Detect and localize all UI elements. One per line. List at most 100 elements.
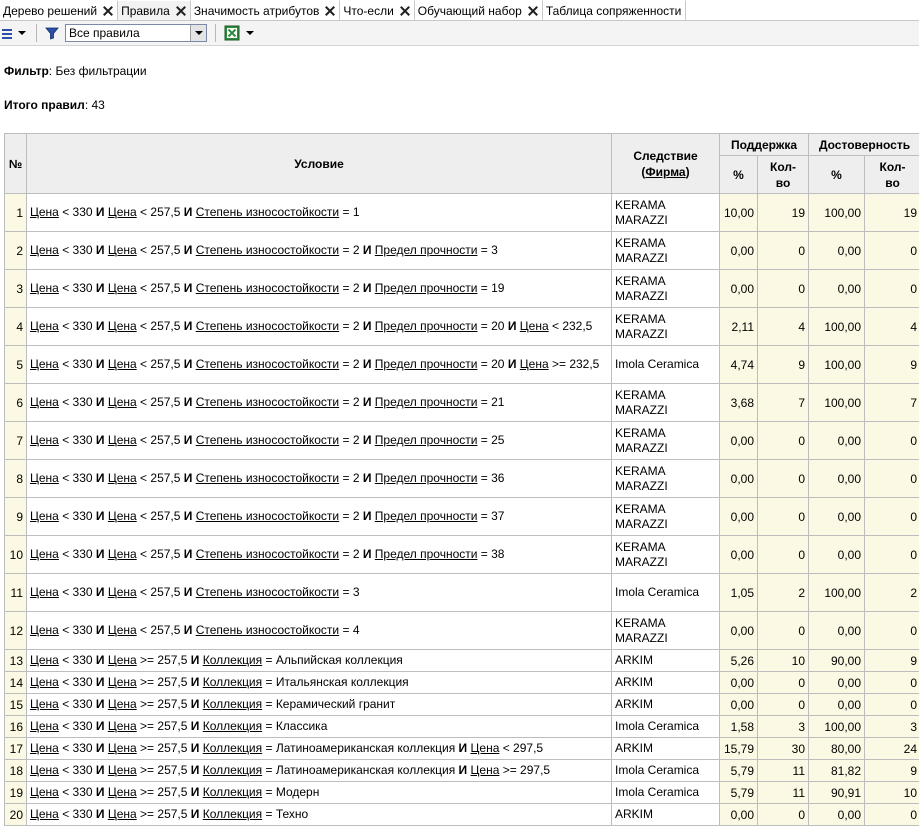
attribute-link[interactable]: Цена bbox=[30, 471, 59, 485]
attribute-link[interactable]: Цена bbox=[30, 395, 59, 409]
header-support[interactable]: Поддержка bbox=[720, 134, 809, 156]
attribute-link[interactable]: Цена bbox=[108, 675, 137, 689]
attribute-link[interactable]: Цена bbox=[108, 653, 137, 667]
attribute-link[interactable]: Степень износостойкости bbox=[196, 319, 339, 333]
attribute-link[interactable]: Цена bbox=[108, 243, 137, 257]
attribute-link[interactable]: Цена bbox=[30, 807, 59, 821]
table-row[interactable]: 13Цена < 330 И Цена >= 257,5 И Коллекция… bbox=[5, 650, 919, 672]
attribute-link[interactable]: Степень износостойкости bbox=[196, 281, 339, 295]
attribute-link[interactable]: Цена bbox=[520, 357, 549, 371]
attribute-link[interactable]: Предел прочности bbox=[375, 471, 478, 485]
table-row[interactable]: 20Цена < 330 И Цена >= 257,5 И Коллекция… bbox=[5, 804, 919, 826]
attribute-link[interactable]: Цена bbox=[30, 697, 59, 711]
attribute-link[interactable]: Предел прочности bbox=[375, 395, 478, 409]
attribute-link[interactable]: Коллекция bbox=[203, 653, 262, 667]
attribute-link[interactable]: Предел прочности bbox=[375, 243, 478, 257]
attribute-link[interactable]: Цена bbox=[30, 585, 59, 599]
attribute-link[interactable]: Степень износостойкости bbox=[196, 433, 339, 447]
tab-rules[interactable]: Правила bbox=[118, 0, 191, 20]
attribute-link[interactable]: Цена bbox=[108, 785, 137, 799]
attribute-link[interactable]: Предел прочности bbox=[375, 433, 478, 447]
attribute-link[interactable]: Цена bbox=[108, 585, 137, 599]
tab-training-set[interactable]: Обучающий набор bbox=[415, 0, 543, 20]
header-consequence-attribute[interactable]: Фирма bbox=[645, 165, 685, 179]
attribute-link[interactable]: Цена bbox=[108, 807, 137, 821]
table-row[interactable]: 6Цена < 330 И Цена < 257,5 И Степень изн… bbox=[5, 384, 919, 422]
tab-what-if[interactable]: Что-если bbox=[340, 0, 414, 20]
table-row[interactable]: 12Цена < 330 И Цена < 257,5 И Степень из… bbox=[5, 612, 919, 650]
header-support-percent[interactable]: % bbox=[720, 156, 758, 194]
close-icon[interactable] bbox=[325, 6, 335, 16]
attribute-link[interactable]: Цена bbox=[30, 785, 59, 799]
attribute-link[interactable]: Цена bbox=[30, 509, 59, 523]
table-row[interactable]: 3Цена < 330 И Цена < 257,5 И Степень изн… bbox=[5, 270, 919, 308]
attribute-link[interactable]: Цена bbox=[30, 547, 59, 561]
header-consequence[interactable]: Следствие (Фирма) bbox=[612, 134, 720, 194]
header-confidence-count[interactable]: Кол-во bbox=[865, 156, 919, 194]
header-number[interactable]: № bbox=[5, 134, 27, 194]
attribute-link[interactable]: Коллекция bbox=[203, 697, 262, 711]
attribute-link[interactable]: Предел прочности bbox=[375, 319, 478, 333]
attribute-link[interactable]: Степень износостойкости bbox=[196, 547, 339, 561]
chevron-down-icon[interactable] bbox=[246, 31, 254, 35]
table-row[interactable]: 2Цена < 330 И Цена < 257,5 И Степень изн… bbox=[5, 232, 919, 270]
close-icon[interactable] bbox=[176, 6, 186, 16]
header-support-count[interactable]: Кол-во bbox=[758, 156, 809, 194]
table-row[interactable]: 19Цена < 330 И Цена >= 257,5 И Коллекция… bbox=[5, 782, 919, 804]
close-icon[interactable] bbox=[528, 6, 538, 16]
attribute-link[interactable]: Коллекция bbox=[203, 675, 262, 689]
table-row[interactable]: 1Цена < 330 И Цена < 257,5 И Степень изн… bbox=[5, 194, 919, 232]
table-row[interactable]: 8Цена < 330 И Цена < 257,5 И Степень изн… bbox=[5, 460, 919, 498]
table-row[interactable]: 4Цена < 330 И Цена < 257,5 И Степень изн… bbox=[5, 308, 919, 346]
attribute-link[interactable]: Цена bbox=[520, 319, 549, 333]
attribute-link[interactable]: Цена bbox=[108, 357, 137, 371]
attribute-link[interactable]: Цена bbox=[108, 741, 137, 755]
attribute-link[interactable]: Цена bbox=[108, 623, 137, 637]
table-row[interactable]: 18Цена < 330 И Цена >= 257,5 И Коллекция… bbox=[5, 760, 919, 782]
attribute-link[interactable]: Цена bbox=[108, 319, 137, 333]
attribute-link[interactable]: Степень износостойкости bbox=[196, 357, 339, 371]
attribute-link[interactable]: Цена bbox=[30, 357, 59, 371]
attribute-link[interactable]: Цена bbox=[108, 509, 137, 523]
attribute-link[interactable]: Коллекция bbox=[203, 719, 262, 733]
header-confidence[interactable]: Достоверность bbox=[809, 134, 919, 156]
attribute-link[interactable]: Степень износостойкости bbox=[196, 205, 339, 219]
attribute-link[interactable]: Цена bbox=[30, 319, 59, 333]
list-menu-button[interactable] bbox=[0, 22, 28, 44]
attribute-link[interactable]: Цена bbox=[30, 719, 59, 733]
attribute-link[interactable]: Степень износостойкости bbox=[196, 243, 339, 257]
attribute-link[interactable]: Предел прочности bbox=[375, 281, 478, 295]
tab-contingency-table[interactable]: Таблица сопряженности bbox=[543, 0, 687, 20]
attribute-link[interactable]: Цена bbox=[108, 763, 137, 777]
attribute-link[interactable]: Цена bbox=[30, 433, 59, 447]
attribute-link[interactable]: Цена bbox=[108, 395, 137, 409]
attribute-link[interactable]: Цена bbox=[108, 205, 137, 219]
close-icon[interactable] bbox=[400, 6, 410, 16]
attribute-link[interactable]: Цена bbox=[30, 281, 59, 295]
attribute-link[interactable]: Цена bbox=[108, 471, 137, 485]
header-confidence-percent[interactable]: % bbox=[809, 156, 865, 194]
filter-button[interactable] bbox=[43, 22, 61, 44]
tab-decision-tree[interactable]: Дерево решений bbox=[0, 0, 118, 20]
attribute-link[interactable]: Предел прочности bbox=[375, 509, 478, 523]
attribute-link[interactable]: Предел прочности bbox=[375, 357, 478, 371]
table-row[interactable]: 10Цена < 330 И Цена < 257,5 И Степень из… bbox=[5, 536, 919, 574]
attribute-link[interactable]: Степень износостойкости bbox=[196, 585, 339, 599]
attribute-link[interactable]: Коллекция bbox=[203, 741, 262, 755]
table-row[interactable]: 9Цена < 330 И Цена < 257,5 И Степень изн… bbox=[5, 498, 919, 536]
rules-filter-select[interactable]: Все правила bbox=[65, 24, 207, 42]
attribute-link[interactable]: Цена bbox=[108, 719, 137, 733]
attribute-link[interactable]: Цена bbox=[108, 281, 137, 295]
table-row[interactable]: 11Цена < 330 И Цена < 257,5 И Степень из… bbox=[5, 574, 919, 612]
attribute-link[interactable]: Цена bbox=[108, 433, 137, 447]
attribute-link[interactable]: Степень износостойкости bbox=[196, 509, 339, 523]
attribute-link[interactable]: Цена bbox=[30, 675, 59, 689]
header-condition[interactable]: Условие bbox=[27, 134, 612, 194]
close-icon[interactable] bbox=[103, 6, 113, 16]
attribute-link[interactable]: Степень износостойкости bbox=[196, 395, 339, 409]
attribute-link[interactable]: Цена bbox=[471, 763, 500, 777]
attribute-link[interactable]: Цена bbox=[30, 623, 59, 637]
table-row[interactable]: 15Цена < 330 И Цена >= 257,5 И Коллекция… bbox=[5, 694, 919, 716]
attribute-link[interactable]: Цена bbox=[108, 547, 137, 561]
table-row[interactable]: 16Цена < 330 И Цена >= 257,5 И Коллекция… bbox=[5, 716, 919, 738]
